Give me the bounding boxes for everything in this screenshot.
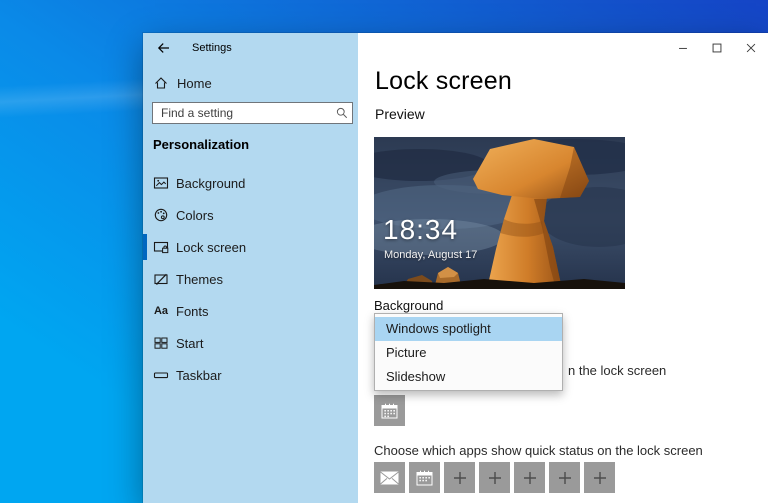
dropdown-option-picture[interactable]: Picture — [375, 341, 562, 365]
sidebar-item-label: Lock screen — [176, 240, 246, 255]
themes-icon — [153, 271, 169, 287]
close-icon — [744, 41, 758, 55]
search-box[interactable] — [152, 102, 353, 124]
settings-sidebar: Settings Home Personalization — [143, 33, 358, 503]
dropdown-option-slideshow[interactable]: Slideshow — [375, 365, 562, 389]
sidebar-item-label: Colors — [176, 208, 214, 223]
search-icon[interactable] — [332, 103, 352, 123]
search-input[interactable] — [153, 106, 332, 120]
sidebar-nav: Background Colors — [143, 167, 358, 391]
dropdown-option-windows-spotlight[interactable]: Windows spotlight — [375, 317, 562, 341]
add-icon — [592, 470, 608, 486]
back-button[interactable] — [151, 36, 177, 60]
background-dropdown-label: Background — [374, 298, 443, 313]
preview-clock-date: Monday, August 17 — [384, 249, 477, 261]
desktop-wallpaper: Settings Home Personalization — [0, 0, 768, 503]
quick-status-calendar-button[interactable] — [409, 462, 440, 493]
sidebar-item-home[interactable]: Home — [153, 72, 212, 94]
detailed-status-app-button[interactable] — [374, 395, 405, 426]
sidebar-item-background[interactable]: Background — [143, 167, 358, 199]
calendar-icon — [416, 470, 433, 486]
quick-status-add-button[interactable] — [584, 462, 615, 493]
settings-window: Settings Home Personalization — [143, 33, 768, 503]
taskbar-icon — [153, 367, 169, 383]
quick-status-add-button[interactable] — [514, 462, 545, 493]
calendar-icon — [381, 403, 398, 419]
add-icon — [452, 470, 468, 486]
home-icon — [153, 75, 169, 91]
mail-icon — [380, 471, 399, 485]
sidebar-section-header: Personalization — [153, 137, 249, 152]
add-icon — [487, 470, 503, 486]
preview-clock-time: 18:34 — [383, 214, 458, 246]
page-title: Lock screen — [375, 67, 512, 96]
lock-screen-icon — [153, 239, 169, 255]
add-icon — [522, 470, 538, 486]
back-arrow-icon — [156, 40, 172, 56]
preview-spotlight-image — [374, 137, 625, 289]
maximize-button[interactable] — [700, 33, 734, 63]
maximize-icon — [710, 41, 724, 55]
window-controls — [666, 33, 768, 63]
sidebar-home-label: Home — [177, 76, 212, 91]
lock-screen-preview: 18:34 Monday, August 17 — [374, 137, 625, 289]
quick-status-add-button[interactable] — [444, 462, 475, 493]
sidebar-item-label: Taskbar — [176, 368, 222, 383]
sidebar-item-label: Start — [176, 336, 203, 351]
main-content: Lock screen Preview — [358, 33, 768, 503]
sidebar-item-start[interactable]: Start — [143, 327, 358, 359]
quick-status-add-button[interactable] — [479, 462, 510, 493]
preview-label: Preview — [375, 106, 425, 122]
window-title: Settings — [192, 42, 232, 54]
start-tiles-icon — [153, 335, 169, 351]
sidebar-item-lock-screen[interactable]: Lock screen — [143, 231, 358, 263]
quick-status-row — [374, 462, 615, 493]
colors-palette-icon — [153, 207, 169, 223]
sidebar-item-label: Themes — [176, 272, 223, 287]
background-dropdown-list: Windows spotlight Picture Slideshow — [374, 313, 563, 391]
add-icon — [557, 470, 573, 486]
sidebar-item-label: Fonts — [176, 304, 209, 319]
sidebar-item-fonts[interactable]: Aa Fonts — [143, 295, 358, 327]
sidebar-item-colors[interactable]: Colors — [143, 199, 358, 231]
quick-status-mail-button[interactable] — [374, 462, 405, 493]
detailed-status-label-fragment: n the lock screen — [568, 363, 666, 378]
minimize-icon — [676, 41, 690, 55]
fonts-icon: Aa — [153, 303, 169, 319]
background-icon — [153, 175, 169, 191]
sidebar-item-taskbar[interactable]: Taskbar — [143, 359, 358, 391]
minimize-button[interactable] — [666, 33, 700, 63]
quick-status-label: Choose which apps show quick status on t… — [374, 443, 703, 458]
close-button[interactable] — [734, 33, 768, 63]
sidebar-item-themes[interactable]: Themes — [143, 263, 358, 295]
sidebar-item-label: Background — [176, 176, 245, 191]
quick-status-add-button[interactable] — [549, 462, 580, 493]
